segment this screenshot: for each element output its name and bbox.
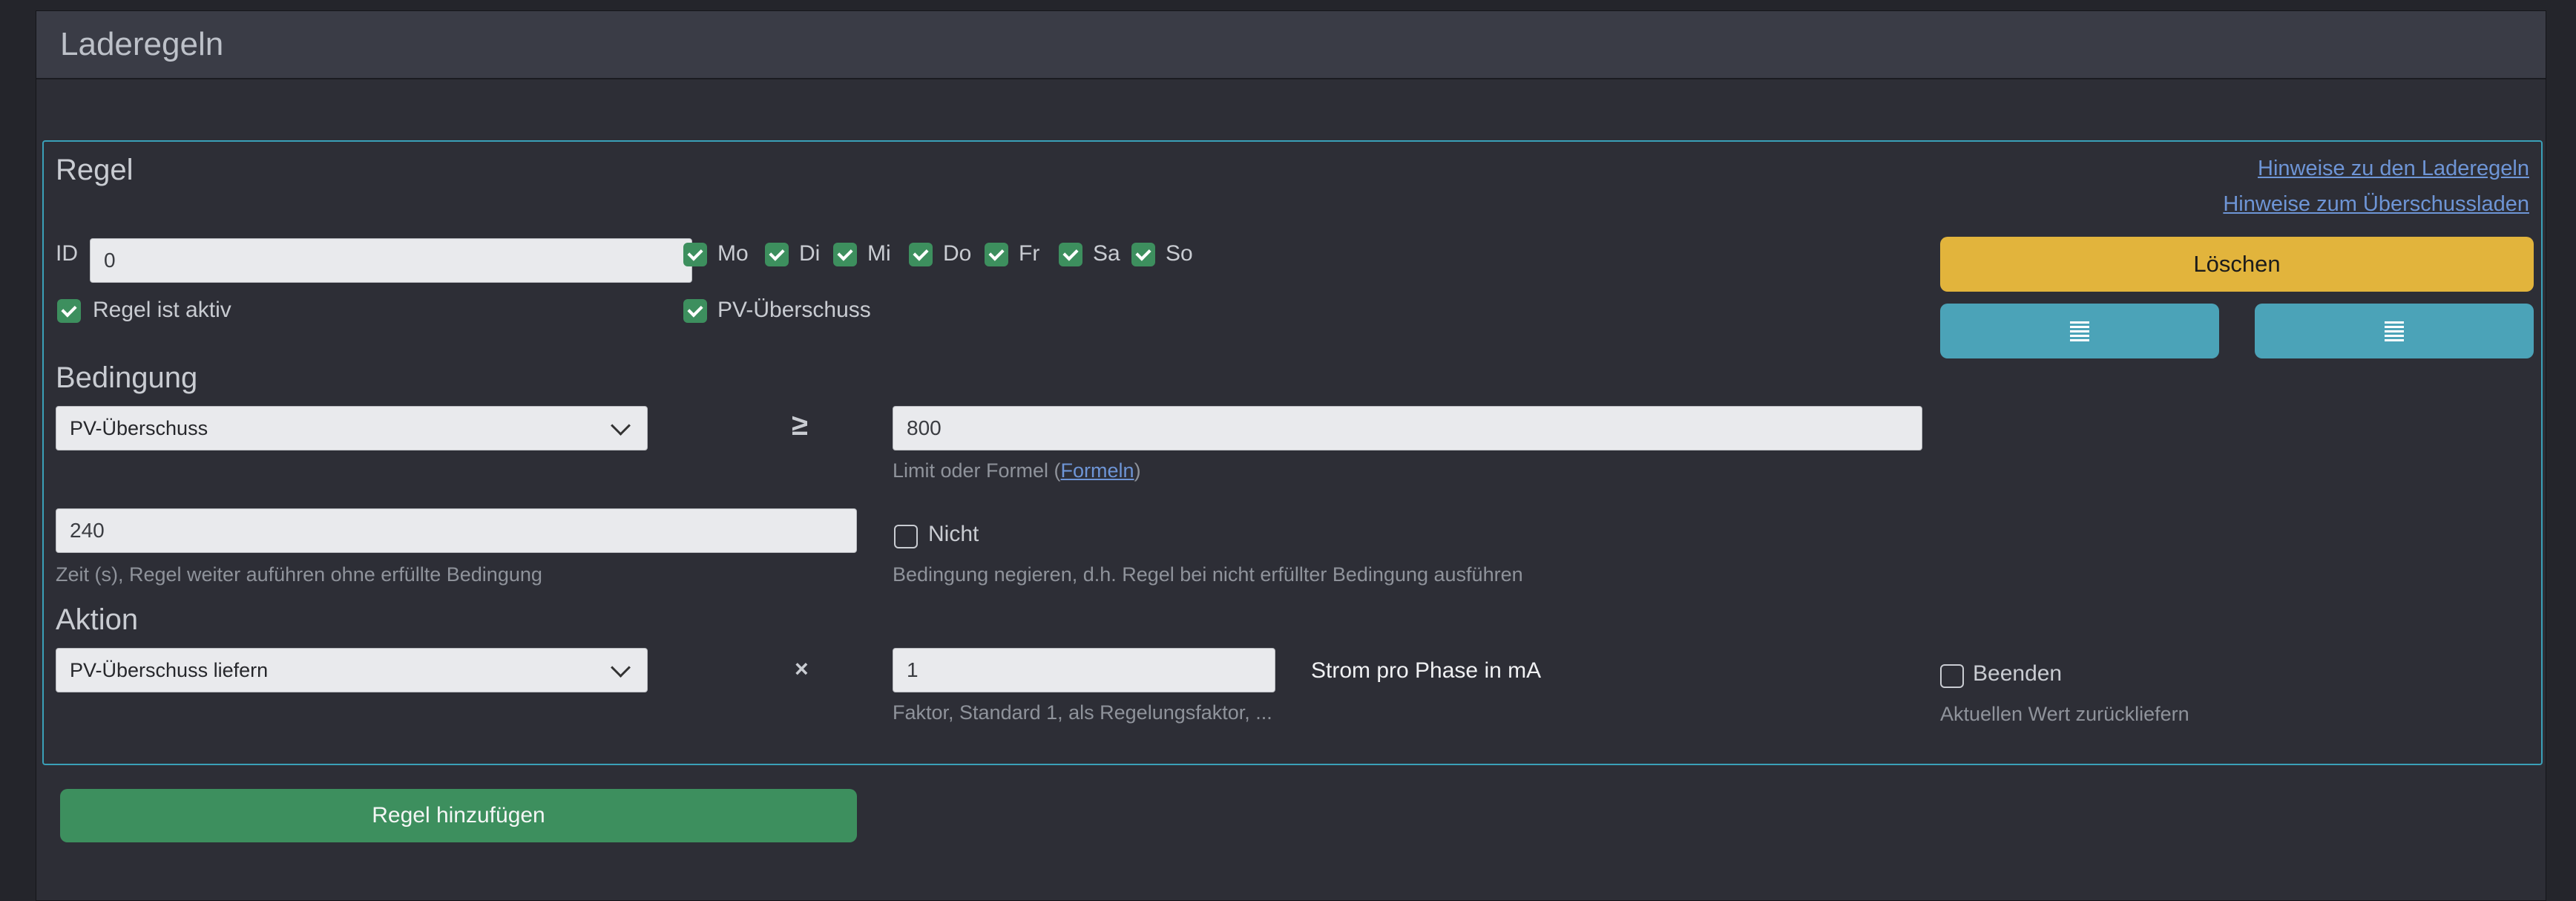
link-hinweise-laderegeln[interactable]: Hinweise zu den Laderegeln: [2258, 157, 2529, 181]
unit-label: Strom pro Phase in mA: [1311, 658, 1542, 683]
rule-heading: Regel: [56, 154, 134, 186]
day-checkbox-do[interactable]: [909, 243, 933, 266]
check-icon: [1135, 245, 1151, 261]
end-help: Aktuellen Wert zurückliefern: [1940, 703, 2189, 725]
check-icon: [61, 301, 77, 318]
factor-input[interactable]: 1: [893, 648, 1275, 692]
day-checkbox-mi[interactable]: [833, 243, 857, 266]
time-help: Zeit (s), Regel weiter auführen ohne erf…: [56, 563, 542, 586]
not-label: Nicht: [928, 522, 979, 546]
page-title: Laderegeln: [60, 26, 224, 62]
not-checkbox[interactable]: [894, 525, 918, 548]
action-value: PV-Überschuss liefern: [70, 658, 269, 681]
id-input[interactable]: 0: [90, 238, 692, 283]
operator-gte-icon: ≥: [792, 409, 808, 442]
rule-panel: Regel Hinweise zu den Laderegeln Hinweis…: [42, 140, 2543, 765]
move-down-button[interactable]: [2255, 304, 2534, 358]
check-icon: [913, 245, 929, 261]
day-label-mo: Mo: [717, 241, 749, 266]
condition-source-value: PV-Überschuss: [70, 416, 208, 439]
day-label-mi: Mi: [867, 241, 891, 266]
day-checkbox-so[interactable]: [1131, 243, 1155, 266]
pv-surplus-label: PV-Überschuss: [717, 298, 871, 322]
day-checkbox-sa[interactable]: [1059, 243, 1082, 266]
factor-help: Faktor, Standard 1, als Regelungsfaktor,…: [893, 701, 1272, 724]
end-label: Beenden: [1973, 661, 2063, 686]
day-label-di: Di: [799, 241, 821, 266]
active-label: Regel ist aktiv: [93, 298, 231, 322]
formeln-link[interactable]: Formeln: [1061, 459, 1134, 482]
card-header: Laderegeln: [36, 11, 2546, 79]
delete-button[interactable]: Löschen: [1940, 237, 2534, 292]
action-heading: Aktion: [56, 603, 139, 636]
id-label: ID: [56, 241, 78, 266]
condition-heading: Bedingung: [56, 361, 198, 394]
day-label-sa: Sa: [1093, 241, 1120, 266]
rules-card: Laderegeln Regel Hinweise zu den Ladereg…: [36, 10, 2546, 901]
day-checkbox-fr[interactable]: [985, 243, 1008, 266]
limit-input[interactable]: 800: [893, 406, 1922, 450]
check-icon: [988, 245, 1005, 261]
limit-help: Limit oder Formel (Formeln): [893, 459, 1141, 482]
day-label-fr: Fr: [1019, 241, 1040, 266]
add-rule-button[interactable]: Regel hinzufügen: [60, 789, 857, 842]
check-icon: [769, 245, 785, 261]
pv-surplus-checkbox[interactable]: [683, 299, 707, 323]
move-up-button[interactable]: [1940, 304, 2219, 358]
action-select[interactable]: PV-Überschuss liefern: [56, 648, 648, 692]
check-icon: [1062, 245, 1079, 261]
check-icon: [687, 301, 703, 318]
menu-lines-icon: [2385, 321, 2404, 341]
chevron-down-icon: [611, 657, 631, 678]
operator-multiply-icon: ×: [795, 655, 809, 682]
active-checkbox[interactable]: [57, 299, 81, 323]
day-label-do: Do: [943, 241, 972, 266]
chevron-down-icon: [611, 415, 631, 436]
link-hinweise-ueberschuss[interactable]: Hinweise zum Überschussladen: [2223, 192, 2529, 217]
check-icon: [687, 245, 703, 261]
time-input[interactable]: 240: [56, 508, 857, 553]
end-checkbox[interactable]: [1940, 664, 1964, 688]
day-checkbox-di[interactable]: [765, 243, 789, 266]
day-checkbox-mo[interactable]: [683, 243, 707, 266]
condition-source-select[interactable]: PV-Überschuss: [56, 406, 648, 450]
menu-lines-icon: [2070, 321, 2089, 341]
day-label-so: So: [1166, 241, 1193, 266]
not-help: Bedingung negieren, d.h. Regel bei nicht…: [893, 563, 1523, 586]
check-icon: [837, 245, 853, 261]
